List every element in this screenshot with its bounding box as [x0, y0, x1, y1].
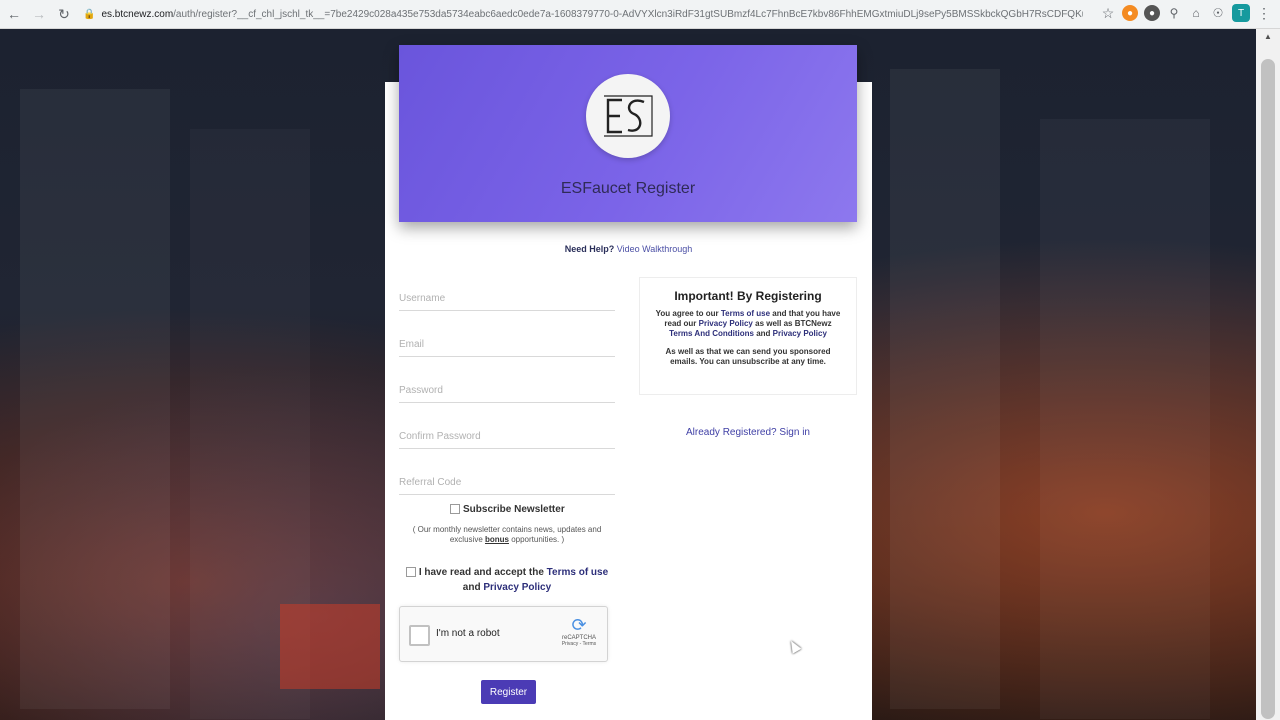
- newsletter-row: Subscribe Newsletter: [450, 504, 565, 515]
- page-title: ESFaucet Register: [560, 180, 696, 197]
- scroll-thumb[interactable]: [1261, 59, 1275, 719]
- info-text-a: You agree to our: [655, 309, 721, 318]
- info-text-c: as well as BTCNewz: [752, 319, 832, 328]
- privacy-policy-link[interactable]: Privacy Policy: [483, 582, 551, 593]
- newsletter-checkbox[interactable]: [450, 504, 460, 515]
- extension-circle-icon[interactable]: ☉: [1210, 5, 1226, 21]
- zoom-icon[interactable]: ⚲: [1166, 5, 1182, 21]
- password-field[interactable]: [399, 378, 615, 403]
- confirm-password-field[interactable]: [399, 424, 615, 449]
- recaptcha-links[interactable]: Privacy - Terms: [559, 641, 599, 647]
- recaptcha-label: I'm not a robot: [436, 628, 500, 639]
- lock-icon: 🔒: [83, 8, 96, 20]
- url-path: /auth/register?__cf_chl_jschl_tk__=7be24…: [173, 8, 1083, 20]
- forward-icon[interactable]: →: [28, 3, 50, 25]
- url-host: es.btcnewz.com: [101, 8, 174, 20]
- recaptcha-widget: I'm not a robot ⟳ reCAPTCHA Privacy - Te…: [399, 606, 608, 662]
- info-terms-link[interactable]: Terms of use: [721, 309, 770, 318]
- sign-in-link[interactable]: Already Registered? Sign in: [639, 427, 857, 438]
- info-heading: Important! By Registering: [674, 289, 822, 303]
- terms-accept-row: I have read and accept the Terms of use …: [399, 565, 615, 595]
- home-icon[interactable]: ⌂: [1188, 5, 1204, 21]
- back-icon[interactable]: ←: [3, 3, 25, 25]
- newsletter-note-end: opportunities. ): [508, 535, 565, 544]
- newsletter-bonus: bonus: [484, 535, 509, 544]
- video-walkthrough-link[interactable]: Video Walkthrough: [617, 244, 693, 254]
- register-header: ESFaucet Register: [399, 45, 857, 222]
- info-tac-link[interactable]: Terms And Conditions: [669, 329, 754, 338]
- info-text-d: and: [753, 329, 773, 338]
- recaptcha-checkbox[interactable]: [409, 625, 430, 646]
- profile-avatar[interactable]: T: [1232, 4, 1250, 22]
- scroll-up-icon[interactable]: ▲: [1262, 32, 1274, 44]
- browser-menu-icon[interactable]: ⋮: [1256, 5, 1272, 21]
- terms-and-text: and: [462, 582, 484, 593]
- browser-toolbar: ← → ↻ 🔒 es.btcnewz.com/auth/register?__c…: [0, 0, 1280, 29]
- info-privacy-link[interactable]: Privacy Policy: [699, 319, 753, 328]
- extension-dark-icon[interactable]: ●: [1144, 5, 1160, 21]
- info-privacy-link-2[interactable]: Privacy Policy: [773, 329, 827, 338]
- page-scrollbar[interactable]: ▲: [1256, 29, 1280, 720]
- email-field[interactable]: [399, 332, 615, 357]
- recaptcha-branding: ⟳ reCAPTCHA Privacy - Terms: [559, 615, 599, 647]
- esfaucet-logo: [586, 74, 670, 158]
- username-field[interactable]: [399, 286, 615, 311]
- register-button[interactable]: Register: [481, 680, 536, 704]
- help-prefix: Need Help?: [564, 244, 615, 254]
- important-info-box: Important! By Registering You agree to o…: [639, 277, 857, 395]
- terms-of-use-link[interactable]: Terms of use: [547, 567, 609, 578]
- info-paragraph-2: As well as that we can send you sponsore…: [665, 347, 831, 366]
- terms-checkbox[interactable]: [405, 567, 416, 578]
- extension-icons: ☆ ● ● ⚲ ⌂ ☉ T ⋮: [1100, 4, 1272, 22]
- extension-orange-icon[interactable]: ●: [1122, 5, 1138, 21]
- recaptcha-icon: ⟳: [571, 615, 587, 635]
- terms-text: I have read and accept the: [418, 567, 547, 578]
- referral-code-field[interactable]: [399, 470, 615, 495]
- newsletter-label: Subscribe Newsletter: [463, 504, 565, 515]
- info-paragraph-1: You agree to our Terms of use and that y…: [654, 309, 842, 339]
- address-bar[interactable]: 🔒 es.btcnewz.com/auth/register?__cf_chl_…: [83, 3, 1083, 25]
- newsletter-note: ( Our monthly newsletter contains news, …: [399, 525, 615, 545]
- reload-icon[interactable]: ↻: [53, 3, 75, 25]
- bookmark-star-icon[interactable]: ☆: [1100, 5, 1116, 21]
- help-line: Need Help? Video Walkthrough: [385, 244, 872, 254]
